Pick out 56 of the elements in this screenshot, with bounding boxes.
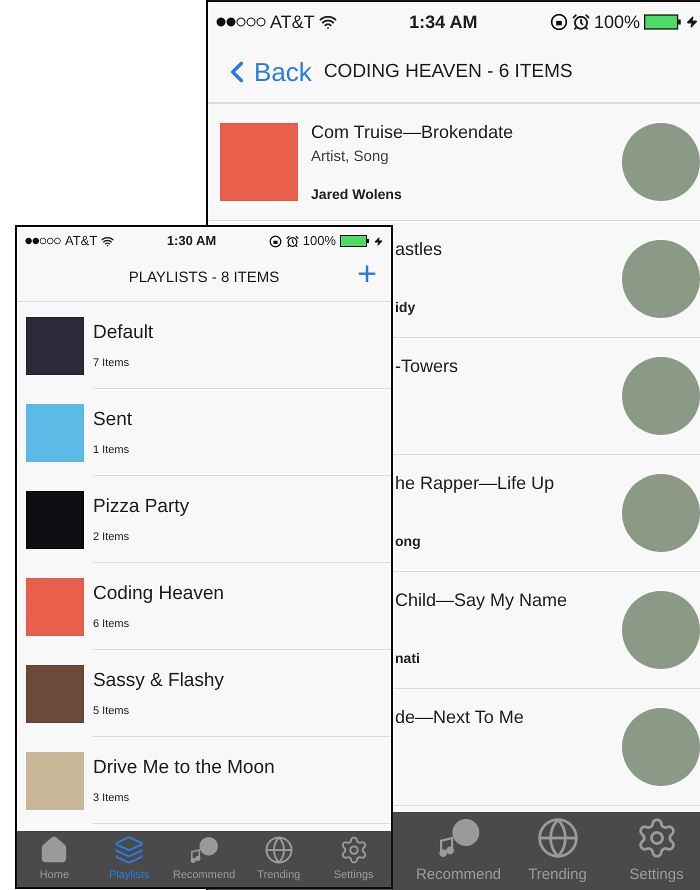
wifi-icon — [101, 234, 114, 248]
tab-item[interactable]: Recommend — [166, 831, 242, 887]
clock-time: 1:30 AM — [166, 232, 216, 250]
globe-icon — [264, 834, 294, 864]
tab-item[interactable]: Playlists — [92, 831, 167, 887]
tab-item[interactable]: Settings — [607, 812, 700, 890]
playlist-name: Sent — [93, 408, 134, 432]
carrier-label: AT&T — [270, 10, 315, 34]
tab-item[interactable]: Recommend — [409, 812, 508, 890]
playlist-name: Pizza Party — [93, 494, 190, 518]
user-name: Jared Wolens — [311, 185, 403, 204]
back-button[interactable]: Back — [220, 52, 312, 92]
song-title: -Towers — [395, 355, 460, 378]
tab-item[interactable]: Settings — [316, 831, 391, 887]
song-title: de—Next To Me — [395, 706, 525, 729]
song-title: he Rapper—Life Up — [395, 472, 556, 495]
signal-icon — [25, 236, 61, 246]
user-name: ong — [395, 532, 422, 551]
song-title: astles — [395, 238, 444, 261]
battery-icon — [340, 235, 370, 247]
rotation-lock-icon — [550, 13, 568, 31]
battery-icon — [644, 14, 682, 30]
stack-icon — [114, 834, 144, 864]
item-count: 3 Items — [93, 791, 130, 806]
music-person-icon — [189, 834, 219, 864]
carrier-label: AT&T — [65, 232, 98, 250]
playlist-name: Drive Me to the Moon — [93, 756, 276, 780]
item-count: 1 Items — [93, 443, 130, 458]
item-count: 6 Items — [93, 617, 130, 632]
screen-title: CODING HEAVEN - 6 ITEMS — [324, 60, 573, 84]
user-name: nati — [395, 649, 421, 668]
clock-time: 1:34 AM — [409, 10, 478, 34]
screen-title: PLAYLISTS - 8 ITEMS — [128, 268, 280, 288]
alarm-icon — [286, 234, 299, 248]
tab-item[interactable]: Trending — [508, 812, 607, 890]
playlist-name: Sassy & Flashy — [93, 668, 225, 692]
signal-icon — [216, 17, 266, 27]
add-button[interactable]: + — [357, 257, 377, 291]
battery-percent: 100% — [594, 10, 640, 34]
alarm-icon — [572, 13, 590, 31]
battery-percent: 100% — [302, 232, 336, 250]
tab-item[interactable]: Home — [17, 831, 92, 887]
tab-item[interactable]: Trending — [241, 831, 316, 887]
rotation-lock-icon — [268, 234, 282, 248]
globe-icon — [536, 816, 580, 860]
song-title: Child—Say My Name — [395, 589, 568, 612]
item-count: 2 Items — [93, 530, 130, 545]
item-count: 5 Items — [93, 704, 130, 719]
playlist-name: Default — [93, 320, 154, 344]
song-title: Com Truise—Brokendate — [311, 120, 514, 144]
user-name: idy — [395, 298, 416, 317]
playlist-name: Coding Heaven — [93, 582, 225, 606]
charging-icon — [374, 236, 383, 246]
song-subtitle: Artist, Song — [311, 146, 390, 167]
item-count: 7 Items — [93, 356, 130, 371]
wifi-icon — [318, 13, 337, 31]
